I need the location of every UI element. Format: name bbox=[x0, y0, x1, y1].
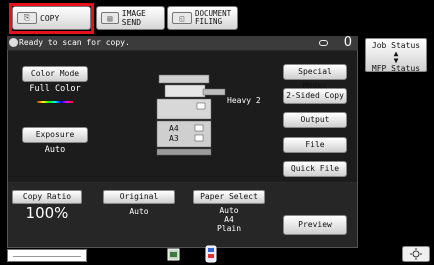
copy-counter: 0 bbox=[343, 35, 352, 50]
tab-image-send-label: IMAGE SEND bbox=[121, 9, 146, 27]
file-button[interactable]: File bbox=[283, 137, 347, 153]
gear-icon bbox=[9, 38, 18, 47]
tab-document-filing[interactable]: ◱ DOCUMENT FILING bbox=[167, 6, 238, 30]
document-filing-icon: ◱ bbox=[172, 12, 192, 24]
quick-file-button[interactable]: Quick File bbox=[283, 161, 347, 177]
output-button[interactable]: Output bbox=[283, 112, 347, 128]
exposure-button[interactable]: Exposure bbox=[22, 127, 88, 143]
exposure-value: Auto bbox=[44, 145, 66, 155]
tray1-paper-size: A4 bbox=[169, 124, 179, 133]
status-message: Ready to scan for copy. bbox=[19, 38, 130, 47]
paper-select-value: Auto A4 Plain bbox=[216, 206, 242, 233]
preview-button[interactable]: Preview bbox=[283, 215, 347, 235]
scanner-icon bbox=[319, 40, 328, 46]
color-spectrum-bar bbox=[37, 101, 73, 103]
tab-image-send[interactable]: ▤ IMAGE SEND bbox=[96, 6, 165, 30]
selected-tab-highlight bbox=[9, 3, 94, 34]
two-sided-copy-button[interactable]: 2-Sided Copy bbox=[283, 88, 347, 104]
original-button[interactable]: Original bbox=[103, 190, 175, 204]
original-value: Auto bbox=[129, 207, 149, 216]
footer-divider bbox=[13, 256, 81, 257]
tray2-paper-size: A3 bbox=[169, 134, 179, 143]
image-send-icon: ▤ bbox=[101, 12, 119, 24]
paper-select-button[interactable]: Paper Select bbox=[193, 190, 265, 204]
status-bar: Ready to scan for copy. 0 bbox=[7, 36, 358, 50]
copy-ratio-button[interactable]: Copy Ratio bbox=[12, 190, 82, 204]
document-icon[interactable] bbox=[166, 246, 182, 262]
color-mode-value: Full Color bbox=[29, 84, 81, 94]
tab-document-filing-label: DOCUMENT FILING bbox=[195, 9, 232, 26]
toggle-arrows-icon: ▲ ▼ bbox=[393, 49, 399, 65]
copy-screen: ⎘ COPY ▤ IMAGE SEND ◱ DOCUMENT FILING Re… bbox=[0, 0, 434, 265]
copy-ratio-value: 100% bbox=[25, 204, 69, 222]
brightness-icon[interactable] bbox=[402, 246, 430, 262]
output-tray-label: Heavy 2 bbox=[227, 96, 261, 105]
job-status-button[interactable]: Job Status ▲ ▼ MFP Status bbox=[365, 38, 427, 73]
color-mode-button[interactable]: Color Mode bbox=[22, 66, 88, 82]
special-modes-button[interactable]: Special Modes bbox=[283, 64, 347, 90]
mfp-status-label: MFP Status bbox=[371, 64, 421, 73]
help-icon[interactable] bbox=[203, 245, 219, 263]
machine-illustration bbox=[156, 74, 226, 156]
